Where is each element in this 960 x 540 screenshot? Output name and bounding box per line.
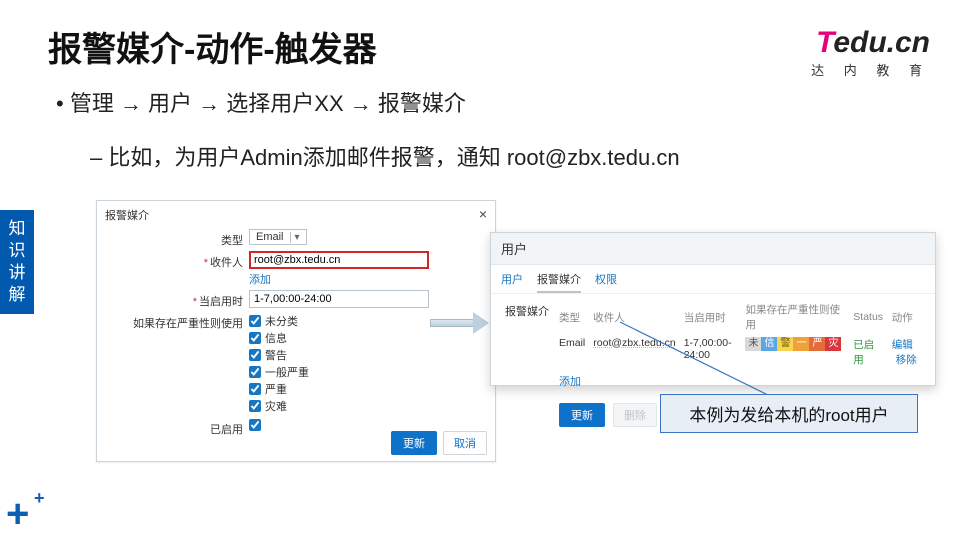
user-delete-button: 删除	[613, 403, 657, 427]
severity-chip: 一	[793, 337, 809, 351]
severity-option: 信息	[265, 330, 287, 346]
dialog-header: 报警媒介	[105, 207, 149, 223]
media-side-label: 报警媒介	[501, 302, 555, 319]
severity-chip: 灾	[825, 337, 841, 351]
arrow-icon	[430, 314, 490, 332]
severity-option: 警告	[265, 347, 287, 363]
severity-option: 严重	[265, 381, 287, 397]
remove-link[interactable]: 移除	[896, 354, 917, 366]
chevron-down-icon: ▾	[290, 232, 304, 243]
logo-sub: 达 内 教 育	[811, 60, 930, 79]
logo-rest: edu.cn	[833, 26, 930, 59]
severity-option: 未分类	[265, 313, 298, 329]
type-label: 类型	[97, 229, 249, 248]
enable-time-input[interactable]	[249, 290, 429, 308]
cell-type: Email	[555, 335, 589, 369]
severity-checkbox[interactable]	[249, 400, 261, 412]
enable-time-label: 当启用时	[97, 290, 249, 309]
tab-0[interactable]: 用户	[501, 271, 523, 293]
col-header: 动作	[888, 302, 925, 335]
callout-connector	[650, 332, 790, 402]
close-icon[interactable]: ×	[479, 207, 487, 223]
callout-box: 本例为发给本机的root用户	[660, 394, 918, 433]
severity-checkbox[interactable]	[249, 366, 261, 378]
recipient-input[interactable]	[249, 251, 429, 269]
slide-title: 报警媒介-动作-触发器	[48, 22, 377, 71]
col-header: 类型	[555, 302, 589, 335]
col-header: Status	[849, 302, 888, 335]
edit-link[interactable]: 编辑	[892, 339, 913, 351]
severity-checkbox[interactable]	[249, 383, 261, 395]
enabled-label: 已启用	[97, 418, 249, 437]
add-media-link[interactable]: 添加	[559, 373, 581, 389]
recipient-label: 收件人	[97, 251, 249, 270]
col-header: 当启用时	[680, 302, 742, 335]
tabs: 用户报警媒介权限	[491, 265, 935, 294]
severity-options: 未分类信息警告一般严重严重灾难	[249, 312, 309, 415]
plus-icon: ++	[6, 494, 29, 534]
severity-checkbox[interactable]	[249, 349, 261, 361]
col-header: 收件人	[589, 302, 679, 335]
user-update-button[interactable]: 更新	[559, 403, 605, 427]
severity-option: 灾难	[265, 398, 287, 414]
col-header: 如果存在严重性则使用	[741, 302, 849, 335]
breadcrumb-subbullet: 比如，为用户Admin添加邮件报警，通知 root@zbx.tedu.cn	[90, 140, 680, 172]
brand-logo: Tedu.cn 达 内 教 育	[811, 28, 930, 79]
severity-option: 一般严重	[265, 364, 309, 380]
type-select[interactable]: Email ▾	[249, 229, 307, 245]
type-value: Email	[252, 230, 290, 244]
cancel-button[interactable]: 取消	[443, 431, 487, 455]
cell-status: 已启用	[849, 335, 888, 369]
tab-2[interactable]: 权限	[595, 271, 617, 293]
severity-checkbox[interactable]	[249, 332, 261, 344]
enabled-checkbox[interactable]	[249, 419, 261, 431]
severity-checkbox[interactable]	[249, 315, 261, 327]
logo-t: T	[816, 26, 833, 59]
user-window-title: 用户	[491, 233, 935, 265]
add-recipient-link[interactable]: 添加	[249, 271, 271, 287]
update-button[interactable]: 更新	[391, 431, 437, 455]
side-tab: 知识讲解	[0, 210, 34, 314]
severity-label: 如果存在严重性则使用	[97, 312, 249, 331]
severity-chip: 严	[809, 337, 825, 351]
cell-actions: 编辑 移除	[888, 335, 925, 369]
tab-1[interactable]: 报警媒介	[537, 271, 581, 293]
breadcrumb-bullet: 管理 → 用户 → 选择用户XX → 报警媒介	[56, 86, 466, 118]
